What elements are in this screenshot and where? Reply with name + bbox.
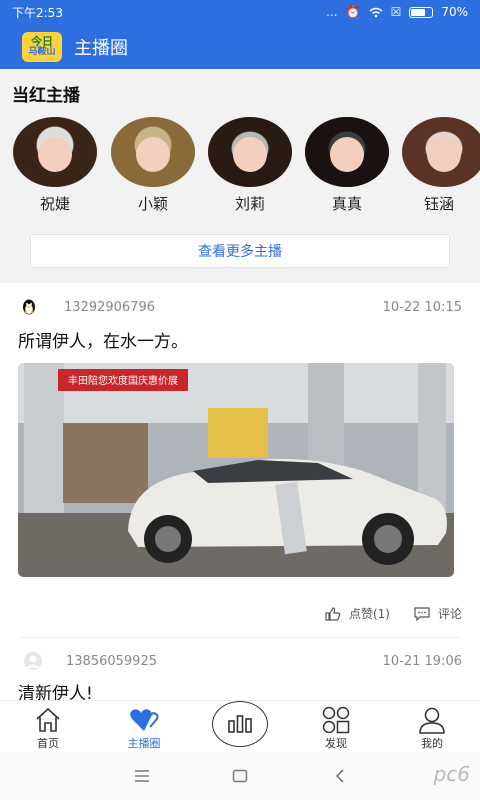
home-icon: [36, 707, 60, 732]
battery-icon: [409, 6, 434, 18]
hot-hosts-section: 当红主播 祝婕 小颖 刘莉 真真 钰涵 查看更多主播: [0, 69, 480, 283]
logo-line1: 今日: [31, 34, 53, 48]
host-item[interactable]: 小颖: [110, 117, 196, 214]
tab-label: 我的: [421, 737, 443, 750]
host-avatar[interactable]: [13, 117, 97, 187]
tab-label: 发现: [325, 737, 347, 750]
comment-button[interactable]: 评论: [414, 605, 462, 622]
showroom-banner: 丰田陪您欢度国庆惠价展: [68, 374, 178, 387]
post-card[interactable]: 13292906796 10-22 10:15 所谓伊人，在水一方。 丰田陪您欢…: [0, 283, 480, 639]
square-icon[interactable]: [232, 769, 248, 783]
watermark-logo: pc6: [433, 762, 470, 786]
alarm-icon: ⏰: [345, 5, 361, 19]
page-title: 主播圈: [74, 37, 128, 59]
app-logo[interactable]: 今日 马鞍山: [22, 31, 62, 62]
host-item[interactable]: 祝婕: [12, 117, 98, 214]
wifi-icon: [369, 7, 383, 17]
post-text: 所谓伊人，在水一方。: [18, 332, 188, 352]
post-header: 13856059925 10-21 19:06: [18, 649, 462, 673]
host-name: 钰涵: [423, 195, 454, 213]
default-avatar-icon: [24, 652, 42, 670]
thumbs-up-icon: [325, 606, 341, 621]
host-avatar[interactable]: [305, 117, 389, 187]
post-card[interactable]: 13856059925 10-21 19:06 清新伊人!: [0, 639, 480, 704]
hearts-icon: [130, 709, 159, 731]
host-avatar[interactable]: [111, 117, 195, 187]
post-actions: 点赞(1) 评论: [325, 605, 462, 622]
user-icon: [419, 707, 445, 734]
post-header: 13292906796 10-22 10:15: [20, 295, 462, 319]
hosts-row: 祝婕 小颖 刘莉 真真 钰涵: [0, 117, 480, 217]
center-action-button[interactable]: [212, 701, 268, 747]
host-avatar[interactable]: [208, 117, 292, 187]
post-user[interactable]: 13856059925: [66, 654, 383, 669]
app-bar: 今日 马鞍山 主播圈: [0, 24, 480, 69]
back-icon[interactable]: [334, 768, 346, 784]
tab-discover[interactable]: 发现: [288, 705, 384, 751]
tab-mine[interactable]: 我的: [384, 705, 480, 751]
tab-host-circle[interactable]: 主播圈: [96, 705, 192, 751]
system-nav-bar: [0, 752, 480, 800]
like-button[interactable]: 点赞(1): [325, 605, 390, 622]
post-user[interactable]: 13292906796: [64, 300, 383, 315]
tab-label: 主播圈: [127, 737, 161, 750]
post-time: 10-22 10:15: [382, 299, 462, 315]
bars-icon: [228, 715, 252, 733]
signal-dots-icon: ...: [326, 5, 338, 19]
sim-icon: ☒: [390, 5, 402, 19]
comment-icon: [414, 606, 430, 621]
battery-percent: 70%: [441, 5, 468, 19]
menu-icon[interactable]: [134, 770, 150, 782]
status-bar: 下午2:53 ... ⏰ ☒ 70%: [0, 0, 480, 24]
host-name: 刘莉: [234, 195, 265, 213]
comment-label: 评论: [437, 607, 462, 621]
more-hosts-button[interactable]: 查看更多主播: [30, 234, 450, 268]
discover-icon: [322, 706, 350, 734]
qq-penguin-icon: [23, 299, 35, 315]
host-item[interactable]: 钰涵: [398, 117, 480, 214]
host-name: 小颖: [137, 195, 168, 213]
post-photo[interactable]: 丰田陪您欢度国庆惠价展: [18, 363, 454, 577]
tab-label: 首页: [37, 737, 59, 750]
bottom-tab-bar: 首页 主播圈 发现 我的: [0, 700, 480, 752]
host-item[interactable]: 真真: [304, 117, 390, 214]
host-avatar[interactable]: [402, 117, 480, 187]
like-label: 点赞(1): [348, 607, 390, 621]
host-item[interactable]: 刘莉: [207, 117, 293, 214]
status-time: 下午2:53: [12, 5, 63, 20]
tab-home[interactable]: 首页: [0, 705, 96, 751]
post-divider: [18, 637, 462, 638]
section-title: 当红主播: [12, 86, 80, 106]
car-showroom-image: 丰田陪您欢度国庆惠价展: [18, 363, 454, 577]
host-name: 祝婕: [39, 195, 70, 213]
post-time: 10-21 19:06: [382, 653, 462, 669]
host-name: 真真: [331, 195, 362, 213]
status-icons: ... ⏰ ☒ 70%: [326, 5, 468, 19]
logo-line2: 马鞍山: [28, 46, 56, 57]
